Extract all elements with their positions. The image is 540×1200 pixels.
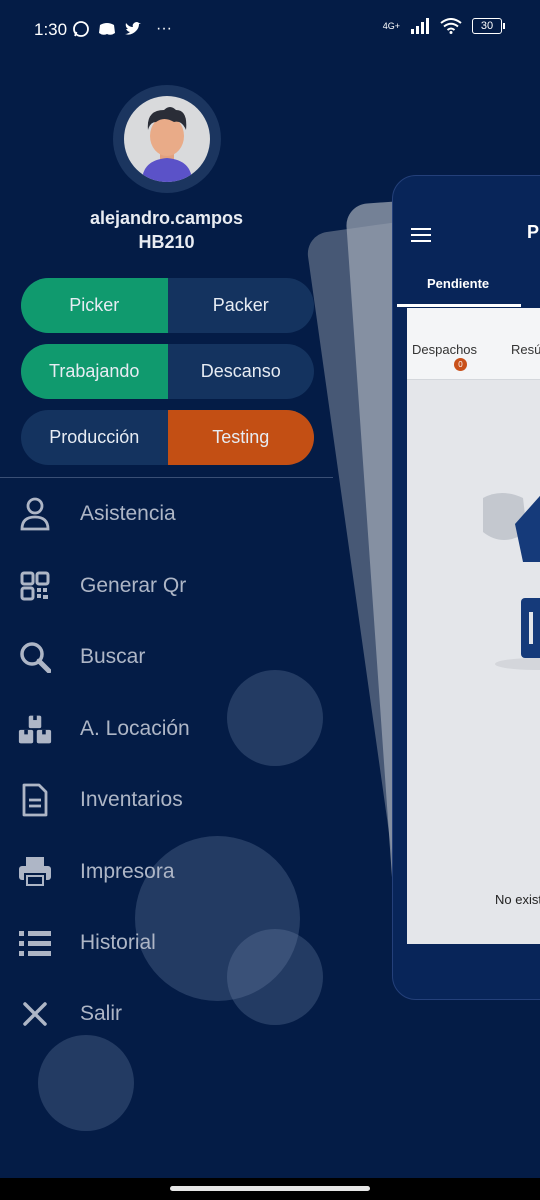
wifi-icon [440, 18, 462, 34]
discord-icon [99, 23, 115, 35]
menu-item-a-locacion[interactable]: A. Locación [0, 701, 333, 757]
menu-label: Impresora [80, 860, 175, 883]
qr-code-icon [18, 569, 52, 603]
whatsapp-icon [73, 21, 89, 37]
app-tabs: Pendiente [393, 264, 540, 308]
menu-divider [0, 477, 333, 478]
role-picker-option[interactable]: Picker [21, 278, 168, 333]
menu-label: Historial [80, 931, 156, 954]
app-title: P [527, 222, 540, 242]
signal-icon [411, 18, 429, 34]
menu-label: A. Locación [80, 717, 190, 740]
battery-level: 30 [480, 20, 494, 32]
boxes-icon [18, 712, 52, 746]
more-notifications-icon: ··· [156, 20, 172, 37]
decorative-bubble [38, 1035, 134, 1131]
document-icon [18, 783, 52, 817]
menu-label: Salir [80, 1002, 123, 1025]
despachos-badge: 0 [454, 358, 467, 371]
profile-username: alejandro.campos [89, 208, 244, 228]
background-app-card[interactable]: P Pendiente Despachos 0 Resú No exist [392, 175, 540, 1000]
status-system-icons: 4G+ 30 [382, 18, 505, 34]
user-avatar-icon [142, 107, 192, 182]
status-bar: 1:30 ··· 4G+ 30 [0, 0, 540, 60]
app-header: P [393, 176, 540, 261]
empty-state-illustration [483, 493, 540, 670]
hamburger-menu-icon[interactable] [411, 228, 431, 242]
battery-icon: 30 [472, 18, 505, 34]
close-icon [18, 997, 52, 1031]
list-icon [18, 926, 52, 960]
menu-label: Buscar [80, 645, 146, 668]
state-descanso-option[interactable]: Descanso [168, 344, 315, 399]
app-body: Despachos 0 Resú No exist [407, 308, 540, 944]
state-trabajando-option[interactable]: Trabajando [21, 344, 168, 399]
search-icon [18, 640, 52, 674]
network-type: 4G+ [382, 21, 400, 31]
env-testing-option[interactable]: Testing [167, 410, 314, 465]
environment-toggle: Producción Testing [21, 410, 314, 465]
role-packer-option[interactable]: Packer [168, 278, 315, 333]
menu-item-generar-qr[interactable]: Generar Qr [0, 558, 333, 614]
sub-tab-resumen[interactable]: Resú [511, 342, 540, 357]
menu-item-historial[interactable]: Historial [0, 915, 333, 971]
tab-pendiente[interactable]: Pendiente [427, 276, 489, 291]
twitter-icon [125, 22, 141, 35]
profile-code: HB210 [138, 232, 195, 252]
menu-item-buscar[interactable]: Buscar [0, 629, 333, 685]
sub-tab-despachos[interactable]: Despachos [412, 342, 477, 357]
avatar[interactable] [124, 96, 210, 182]
person-icon [18, 497, 52, 531]
env-produccion-option[interactable]: Producción [21, 410, 168, 465]
tab-indicator [397, 304, 521, 307]
menu-label: Generar Qr [80, 574, 187, 597]
empty-state-message: No exist [495, 892, 540, 907]
avatar-ring [113, 85, 221, 193]
menu-item-asistencia[interactable]: Asistencia [0, 486, 333, 542]
status-time: 1:30 [34, 20, 68, 39]
menu-item-impresora[interactable]: Impresora [0, 844, 333, 900]
menu-item-salir[interactable]: Salir [0, 986, 333, 1042]
home-gesture-handle[interactable] [170, 1186, 370, 1191]
menu-item-inventarios[interactable]: Inventarios [0, 772, 333, 828]
state-toggle: Trabajando Descanso [21, 344, 314, 399]
screen: 1:30 ··· 4G+ 30 P Pendiente Despachos 0 … [0, 0, 540, 1200]
printer-icon [18, 855, 52, 889]
system-nav-bar [0, 1178, 540, 1200]
sub-tab-bar: Despachos 0 Resú [407, 308, 540, 380]
menu-label: Inventarios [80, 788, 183, 811]
role-toggle: Picker Packer [21, 278, 314, 333]
status-notification-icons: ··· [72, 20, 172, 38]
menu-label: Asistencia [80, 502, 176, 525]
